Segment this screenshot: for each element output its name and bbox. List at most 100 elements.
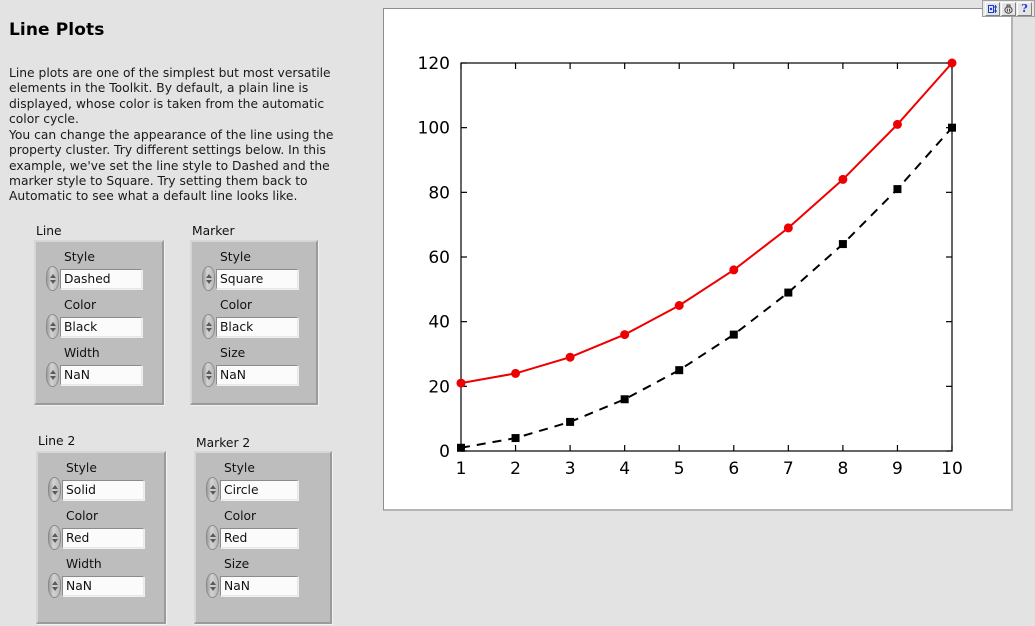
line2-color-input[interactable]: Red bbox=[62, 527, 144, 548]
field-marker-style: Style Square bbox=[202, 250, 298, 291]
series-marker bbox=[729, 265, 739, 275]
field-marker2-color: Color Red bbox=[206, 509, 298, 550]
stepper-up-icon[interactable] bbox=[49, 321, 56, 326]
marker-style-input[interactable]: Square bbox=[216, 268, 298, 289]
group-label-line: Line bbox=[36, 224, 62, 238]
marker-size-input[interactable]: NaN bbox=[216, 364, 298, 385]
marker2-size-input[interactable]: NaN bbox=[220, 575, 298, 596]
stepper-up-icon[interactable] bbox=[49, 273, 56, 278]
series-marker bbox=[948, 123, 956, 132]
stepper-up-icon[interactable] bbox=[205, 321, 212, 326]
series-marker bbox=[892, 119, 902, 129]
field-label-line2-color: Color bbox=[66, 509, 99, 523]
series-line bbox=[460, 62, 953, 385]
series-marker bbox=[511, 434, 520, 443]
x-tick-label: 6 bbox=[728, 459, 739, 479]
plot-panel: 0 20 40 60 80 100 120 1 2 3 4 5 6 7 8 9 10 bbox=[383, 8, 1013, 511]
marker-style-stepper[interactable] bbox=[202, 266, 215, 291]
field-label-marker2-size: Size bbox=[224, 557, 250, 571]
line-color-input[interactable]: Black bbox=[60, 316, 142, 337]
context-help-button[interactable]: ? bbox=[1017, 1, 1032, 16]
run-arrow-icon bbox=[988, 4, 997, 13]
stepper-down-icon[interactable] bbox=[49, 375, 56, 380]
line2-color-stepper[interactable] bbox=[48, 525, 61, 550]
stepper-down-icon[interactable] bbox=[51, 586, 58, 591]
marker2-color-input[interactable]: Red bbox=[220, 527, 298, 548]
series-marker bbox=[838, 174, 848, 184]
stepper-down-icon[interactable] bbox=[209, 490, 216, 495]
stepper-up-icon[interactable] bbox=[51, 580, 58, 585]
description-paragraph-2: You can change the appearance of the lin… bbox=[9, 128, 334, 204]
x-tick-label: 3 bbox=[565, 459, 576, 479]
marker-size-stepper[interactable] bbox=[202, 362, 215, 387]
stepper-down-icon[interactable] bbox=[49, 327, 56, 332]
y-tick-label: 0 bbox=[439, 442, 450, 462]
series-marker bbox=[565, 352, 575, 362]
line2-width-input[interactable]: NaN bbox=[62, 575, 144, 596]
group-label-marker: Marker bbox=[192, 224, 235, 238]
field-label-line2-width: Width bbox=[66, 557, 102, 571]
marker2-color-stepper[interactable] bbox=[206, 525, 219, 550]
stepper-down-icon[interactable] bbox=[51, 538, 58, 543]
line2-style-input[interactable]: Solid bbox=[62, 479, 144, 500]
field-label-line-width: Width bbox=[64, 346, 100, 360]
marker-color-input[interactable]: Black bbox=[216, 316, 298, 337]
group-line: Style Dashed Color Black Width NaN bbox=[34, 240, 164, 405]
stepper-down-icon[interactable] bbox=[209, 586, 216, 591]
run-button[interactable] bbox=[985, 1, 1000, 16]
stepper-down-icon[interactable] bbox=[49, 279, 56, 284]
stepper-up-icon[interactable] bbox=[51, 532, 58, 537]
stepper-up-icon[interactable] bbox=[209, 580, 216, 585]
field-label-line-color: Color bbox=[64, 298, 97, 312]
stepper-down-icon[interactable] bbox=[209, 538, 216, 543]
group-marker-2: Style Circle Color Red Size NaN bbox=[194, 451, 332, 624]
series-marker bbox=[620, 330, 630, 340]
field-label-marker-style: Style bbox=[220, 250, 251, 264]
stepper-up-icon[interactable] bbox=[205, 369, 212, 374]
series-marker bbox=[675, 366, 684, 375]
field-marker2-size: Size NaN bbox=[206, 557, 298, 598]
line-width-stepper[interactable] bbox=[46, 362, 59, 387]
y-tick-label: 60 bbox=[428, 248, 450, 268]
x-tick-label: 10 bbox=[941, 459, 963, 479]
line2-width-stepper[interactable] bbox=[48, 573, 61, 598]
series-marker bbox=[729, 330, 738, 339]
stepper-up-icon[interactable] bbox=[51, 484, 58, 489]
marker2-style-stepper[interactable] bbox=[206, 477, 219, 502]
field-label-marker-color: Color bbox=[220, 298, 253, 312]
line2-style-stepper[interactable] bbox=[48, 477, 61, 502]
stepper-up-icon[interactable] bbox=[209, 532, 216, 537]
plot-series-1 bbox=[456, 58, 957, 388]
line-width-input[interactable]: NaN bbox=[60, 364, 142, 385]
line-plot-svg[interactable]: 0 20 40 60 80 100 120 1 2 3 4 5 6 7 8 9 10 bbox=[384, 9, 1011, 509]
marker2-size-stepper[interactable] bbox=[206, 573, 219, 598]
stepper-up-icon[interactable] bbox=[49, 369, 56, 374]
x-tick-label: 7 bbox=[783, 459, 794, 479]
line-style-input[interactable]: Dashed bbox=[60, 268, 142, 289]
series-marker bbox=[784, 288, 793, 297]
stepper-down-icon[interactable] bbox=[205, 375, 212, 380]
pause-button[interactable] bbox=[1001, 1, 1016, 16]
x-tick-label: 1 bbox=[456, 459, 467, 479]
stepper-up-icon[interactable] bbox=[209, 484, 216, 489]
stepper-down-icon[interactable] bbox=[205, 327, 212, 332]
x-tick-label: 2 bbox=[510, 459, 521, 479]
line-color-stepper[interactable] bbox=[46, 314, 59, 339]
stepper-up-icon[interactable] bbox=[205, 273, 212, 278]
group-line-2: Style Solid Color Red Width NaN bbox=[36, 451, 166, 624]
pause-icon bbox=[1004, 4, 1013, 14]
group-marker: Style Square Color Black Size NaN bbox=[190, 240, 318, 405]
labview-toolbar: ? bbox=[982, 0, 1035, 17]
field-label-marker-size: Size bbox=[220, 346, 246, 360]
stepper-down-icon[interactable] bbox=[205, 279, 212, 284]
x-tick-label: 5 bbox=[674, 459, 685, 479]
field-line-width: Width NaN bbox=[46, 346, 142, 387]
line-style-stepper[interactable] bbox=[46, 266, 59, 291]
y-tick-label: 100 bbox=[418, 119, 450, 139]
marker-color-stepper[interactable] bbox=[202, 314, 215, 339]
stepper-down-icon[interactable] bbox=[51, 490, 58, 495]
series-marker bbox=[620, 395, 629, 404]
marker2-style-input[interactable]: Circle bbox=[220, 479, 298, 500]
series-marker bbox=[674, 301, 684, 310]
series-marker bbox=[947, 58, 957, 68]
